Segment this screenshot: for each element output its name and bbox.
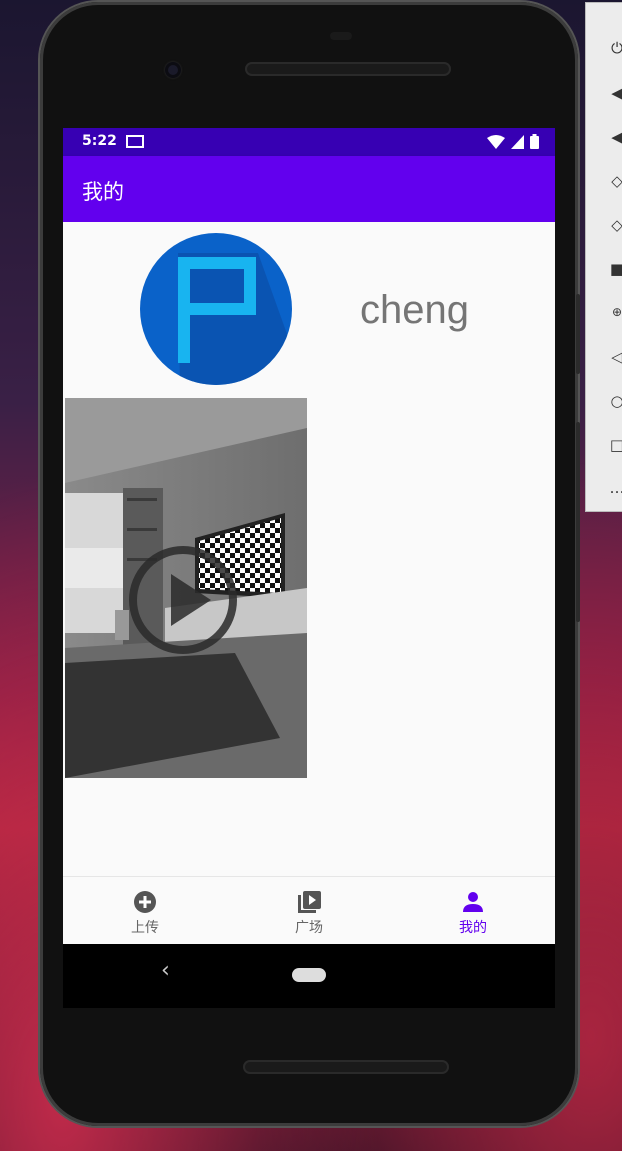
overview-icon[interactable]: □ <box>606 434 622 456</box>
rotate-left-icon[interactable]: ◇ <box>606 170 622 192</box>
video-thumbnail[interactable] <box>65 398 307 778</box>
earpiece-grille <box>330 32 352 40</box>
video-library-icon <box>296 889 322 915</box>
avatar[interactable] <box>140 233 292 385</box>
volume-down-icon[interactable]: ◀ <box>606 126 622 148</box>
system-navigation-bar: ‹ <box>63 944 555 1008</box>
avatar-logo <box>178 253 292 385</box>
front-camera <box>165 62 181 78</box>
tab-upload-label: 上传 <box>131 920 159 936</box>
add-circle-icon <box>132 889 158 915</box>
emulator-control-panel: ⏻ ◀ ◀ ◇ ◇ ■ ⊕ ◁ ○ □ … <box>585 2 622 512</box>
tab-mine-label: 我的 <box>459 920 487 936</box>
more-icon[interactable]: … <box>606 477 622 499</box>
battery-icon <box>530 134 539 149</box>
volume-up-icon[interactable]: ◀ <box>606 82 622 104</box>
back-icon[interactable]: ◁ <box>606 346 622 368</box>
username: cheng <box>360 288 469 332</box>
page-title: 我的 <box>82 180 124 204</box>
phone-screen: 5:22 我的 cheng 上传 广场 我的 ‹ <box>63 128 555 1008</box>
tab-square[interactable]: 广场 <box>227 877 391 945</box>
tab-upload[interactable]: 上传 <box>63 877 227 945</box>
tab-mine[interactable]: 我的 <box>391 877 555 945</box>
status-bar: 5:22 <box>63 128 555 156</box>
power-button <box>576 294 580 374</box>
person-icon <box>460 889 486 915</box>
bottom-navigation: 上传 广场 我的 <box>63 876 555 945</box>
status-icons <box>487 134 539 149</box>
signal-icon <box>511 134 524 149</box>
gmail-notification-icon <box>126 135 144 148</box>
system-back-icon[interactable]: ‹ <box>161 958 170 983</box>
profile-content: cheng <box>63 222 555 876</box>
status-time: 5:22 <box>82 133 117 149</box>
home-icon[interactable]: ○ <box>606 390 622 412</box>
camera-icon[interactable]: ■ <box>606 258 622 280</box>
top-speaker <box>245 62 451 76</box>
wifi-icon <box>487 134 505 149</box>
bottom-speaker <box>243 1060 449 1074</box>
zoom-icon[interactable]: ⊕ <box>606 301 622 323</box>
video-preview-image <box>65 398 307 778</box>
power-icon[interactable]: ⏻ <box>606 37 622 59</box>
volume-rocker <box>576 422 580 622</box>
app-bar: 我的 <box>63 156 555 222</box>
tab-square-label: 广场 <box>295 920 323 936</box>
system-home-pill[interactable] <box>292 968 326 982</box>
rotate-right-icon[interactable]: ◇ <box>606 214 622 236</box>
